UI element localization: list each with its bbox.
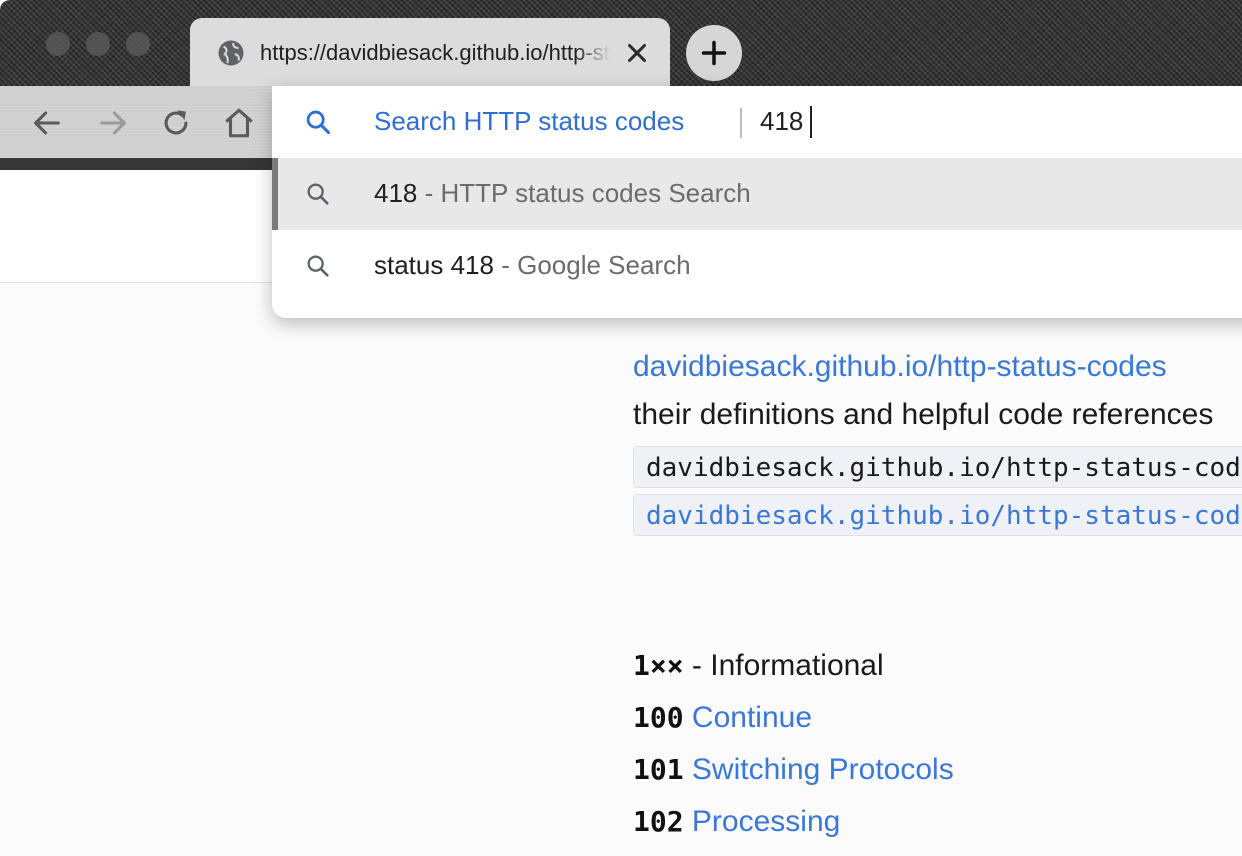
zoom-window-button[interactable] — [126, 32, 150, 56]
back-icon[interactable] — [30, 106, 64, 140]
status-link[interactable]: Processing — [692, 805, 840, 838]
search-keyword-chip: Search HTTP status codes — [374, 106, 685, 136]
status-link[interactable]: Switching Protocols — [692, 753, 954, 786]
text-caret — [810, 106, 812, 138]
section-label: - Informational — [683, 649, 884, 682]
section-heading: 1×× - Informational — [633, 649, 884, 683]
code-line: davidbiesack.github.io/http-status-codes — [633, 446, 1242, 488]
omnibox-input-row[interactable]: Search HTTP status codes 418 — [272, 86, 1242, 158]
status-code: 100 — [633, 701, 684, 734]
selection-indicator — [272, 158, 278, 230]
site-link[interactable]: davidbiesack.github.io/http-status-codes — [633, 350, 1167, 384]
suggestion-source: - HTTP status codes Search — [417, 178, 751, 208]
forward-icon[interactable] — [96, 106, 130, 140]
site-description: their definitions and helpful code refer… — [633, 398, 1214, 431]
home-icon[interactable] — [222, 106, 256, 140]
suggestion-source: - Google Search — [493, 250, 691, 280]
close-window-button[interactable] — [46, 32, 70, 56]
suggestion-text: 418 - HTTP status codes Search — [374, 178, 751, 209]
suggestion-query: 418 — [374, 178, 418, 208]
close-icon[interactable] — [622, 38, 652, 68]
status-item: 101 Switching Protocols — [633, 753, 954, 787]
omnibox-input[interactable]: 418 — [760, 106, 803, 137]
tab-title: https://davidbiesack.github.io/http-stat… — [260, 40, 610, 65]
status-link[interactable]: Continue — [692, 701, 812, 734]
search-icon — [307, 255, 329, 277]
minimize-window-button[interactable] — [86, 32, 110, 56]
search-icon — [307, 183, 329, 205]
suggestion-query: status 418 — [374, 250, 494, 280]
search-icon — [306, 110, 331, 135]
status-item: 100 Continue — [633, 701, 812, 735]
globe-icon — [218, 40, 244, 66]
new-tab-button[interactable] — [686, 25, 742, 81]
suggestion-item[interactable]: 418 - HTTP status codes Search — [272, 158, 1242, 230]
status-code: 102 — [633, 805, 684, 838]
omnibox-dropdown: Search HTTP status codes 418 418 - HTTP … — [272, 86, 1242, 318]
status-code: 101 — [633, 753, 684, 786]
browser-tab[interactable]: https://davidbiesack.github.io/http-stat… — [190, 18, 670, 88]
reload-icon[interactable] — [159, 106, 193, 140]
suggestion-item[interactable]: status 418 - Google Search — [272, 230, 1242, 302]
code-link[interactable]: davidbiesack.github.io/http-status-codes — [633, 494, 1242, 536]
plus-icon — [701, 40, 727, 66]
suggestion-text: status 418 - Google Search — [374, 250, 691, 281]
section-code: 1×× — [633, 649, 684, 682]
status-item: 102 Processing — [633, 805, 840, 839]
keyword-separator — [740, 108, 742, 138]
